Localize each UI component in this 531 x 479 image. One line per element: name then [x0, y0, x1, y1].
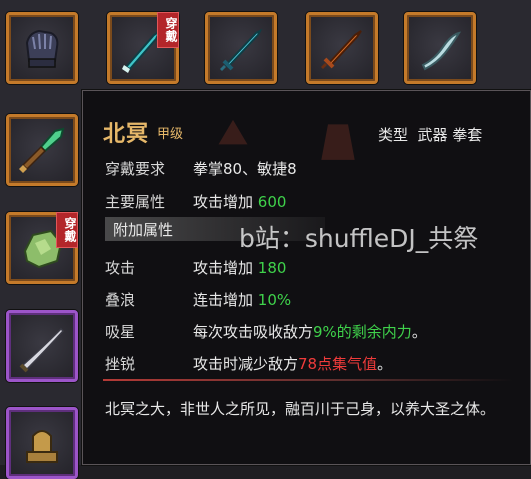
katana-icon: [19, 327, 65, 373]
ghost-robe-icon: [321, 124, 355, 160]
orange-sword-icon: [321, 30, 362, 69]
main-attr-value: 攻击增加 600: [193, 191, 286, 212]
attr-row-value: 每次攻击吸收敌方9%的剩余内力。: [193, 321, 427, 342]
attr-row-number: 9%的剩余内力: [313, 323, 412, 341]
gauntlet-icon: [25, 29, 59, 68]
item-slot-teal-sword[interactable]: [205, 12, 277, 84]
attr-row-prefix: 每次攻击吸收敌方: [193, 323, 314, 341]
attr-row-number: 10%: [257, 291, 292, 309]
item-description: 北冥之大，非世人之所见，融百川于己身，以养大圣之体。: [105, 400, 496, 418]
item-slot-green-arrowhead[interactable]: [6, 114, 78, 186]
attr-row-value: 攻击时减少敌方78点集气值。: [193, 353, 392, 374]
item-slot-teal-dagger[interactable]: 穿戴: [107, 12, 179, 84]
item-type: 类型 武器 拳套: [378, 126, 483, 144]
attr-row-suffix: 。: [411, 323, 427, 341]
watermark: b站：shuffleDJ_共祭: [239, 224, 479, 253]
item-slot-curved-blade[interactable]: [404, 12, 476, 84]
item-tooltip: 北冥 甲级 类型 武器 拳套 穿戴要求 拳掌80、敏捷8 主要属性 攻击增加 6…: [82, 90, 531, 465]
attr-row-prefix: 攻击时减少敌方: [193, 355, 299, 373]
divider: [103, 379, 513, 381]
attr-row-number: 180: [257, 259, 287, 277]
attr-row-value: 连击增加 10%: [193, 289, 291, 310]
equipped-badge: 穿戴: [56, 212, 78, 248]
equipped-badge: 穿戴: [157, 12, 179, 48]
requirement-label: 穿戴要求: [105, 160, 166, 178]
attr-row-prefix: 攻击增加: [193, 259, 258, 277]
main-attr-prefix: 攻击增加: [193, 193, 258, 211]
main-attr-number: 600: [257, 193, 287, 211]
item-slot-bronze-idol[interactable]: [6, 407, 78, 479]
teal-sword-icon: [220, 28, 263, 71]
attr-row-label: 挫锐: [105, 355, 136, 373]
main-attr-label: 主要属性: [105, 193, 166, 211]
extra-attr-header-label: 附加属性: [113, 221, 174, 239]
item-slot-gauntlet[interactable]: [6, 12, 78, 84]
attr-row-prefix: 连击增加: [193, 291, 258, 309]
bronze-idol-icon: [26, 430, 58, 463]
item-slot-katana[interactable]: [6, 310, 78, 382]
attr-row-label: 吸星: [105, 323, 136, 341]
item-grade: 甲级: [157, 127, 184, 142]
attr-row-number: 78点集气值: [298, 355, 378, 373]
item-slot-orange-sword[interactable]: [306, 12, 378, 84]
requirement-value: 拳掌80、敏捷8: [193, 160, 297, 178]
curved-blade-icon: [421, 31, 462, 71]
attr-row-label: 攻击: [105, 259, 136, 277]
green-arrowhead-icon: [19, 127, 65, 173]
attr-row-value: 攻击增加 180: [193, 257, 286, 278]
attr-row-label: 叠浪: [105, 291, 136, 309]
attr-row-suffix: 。: [377, 355, 393, 373]
item-slot-jade-stone[interactable]: 穿戴: [6, 212, 78, 284]
item-name: 北冥: [103, 122, 150, 147]
